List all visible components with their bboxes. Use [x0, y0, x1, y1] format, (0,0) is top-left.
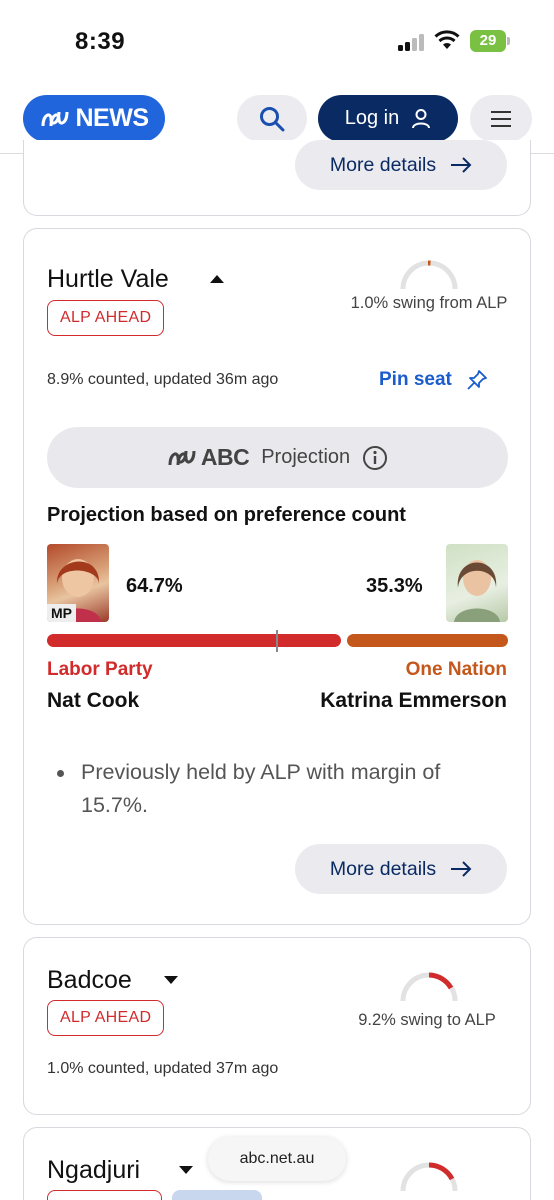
- candidate-photo-right: [446, 544, 508, 622]
- right-party: One Nation: [405, 659, 507, 680]
- seat-name: Ngadjuri: [47, 1156, 141, 1184]
- search-icon: [260, 106, 285, 131]
- expand-caret-icon[interactable]: [179, 1166, 193, 1174]
- abc-projection-brand: ABC: [167, 444, 250, 471]
- projection-title: Projection based on preference count: [47, 504, 406, 526]
- page: 8:39 29 NEWS Log in More details Hurtle …: [0, 0, 554, 1200]
- abc-projection-bar[interactable]: ABC Projection: [47, 427, 508, 488]
- swing-text: 1.0% swing from ALP: [350, 294, 508, 312]
- search-button[interactable]: [237, 95, 307, 142]
- seat-card-hurtle-vale: Hurtle Vale ALP AHEAD 1.0% swing from AL…: [23, 228, 531, 925]
- abc-news-logo[interactable]: NEWS: [23, 95, 165, 142]
- abc-logo-icon: [41, 111, 68, 126]
- expand-caret-icon[interactable]: [164, 976, 178, 984]
- projection-label: Projection: [261, 446, 351, 468]
- majority-marker: [276, 630, 278, 652]
- cellular-signal-icon: [398, 33, 426, 51]
- swing-gauge-icon: [400, 260, 458, 290]
- hamburger-menu-icon: [491, 110, 511, 127]
- secondary-badge: [172, 1190, 262, 1200]
- swing-gauge-icon: [400, 972, 458, 1002]
- right-candidate: Katrina Emmerson: [320, 689, 507, 712]
- menu-button[interactable]: [470, 95, 532, 142]
- arrow-right-icon: [451, 157, 472, 173]
- login-label: Log in: [344, 107, 400, 129]
- user-icon: [412, 108, 431, 128]
- result-bar-right: [347, 634, 508, 647]
- info-icon[interactable]: [362, 445, 388, 471]
- more-details-button[interactable]: More details: [295, 140, 507, 190]
- counted-text: 8.9% counted, updated 36m ago: [47, 371, 279, 388]
- left-candidate: Nat Cook: [47, 689, 140, 712]
- wifi-icon: [434, 30, 460, 49]
- left-party: Labor Party: [47, 659, 153, 680]
- more-details-label: More details: [329, 153, 437, 176]
- mp-tag: MP: [47, 604, 76, 622]
- previous-holder-note: Previously held by ALP with margin of 15…: [57, 756, 501, 822]
- browser-url-bar[interactable]: abc.net.au: [208, 1137, 346, 1181]
- seat-name: Badcoe: [47, 966, 132, 994]
- status-badge: [47, 1190, 162, 1200]
- counted-text: 1.0% counted, updated 37m ago: [47, 1060, 279, 1077]
- abc-logo-icon: [168, 450, 196, 465]
- candidate-photo-left: MP: [47, 544, 109, 622]
- battery-icon: 29: [470, 30, 510, 52]
- arrow-right-icon: [451, 861, 472, 877]
- seat-name: Hurtle Vale: [47, 265, 169, 293]
- candidate-portrait: [454, 560, 500, 622]
- seat-card-previous: More details: [23, 140, 531, 216]
- left-percentage: 64.7%: [126, 575, 183, 597]
- more-details-label: More details: [329, 857, 437, 880]
- abc-brand-text: ABC: [200, 444, 250, 470]
- status-badge: ALP AHEAD: [47, 300, 165, 336]
- pin-icon: [467, 370, 487, 390]
- more-details-button[interactable]: More details: [295, 844, 507, 894]
- logo-text: NEWS: [75, 104, 150, 132]
- collapse-caret-icon[interactable]: [210, 275, 224, 283]
- status-bar: 8:39 29: [0, 0, 554, 80]
- status-badge: ALP AHEAD: [47, 1000, 165, 1036]
- swing-gauge-icon: [400, 1162, 458, 1192]
- result-bar-left: [47, 634, 341, 647]
- status-time: 8:39: [75, 28, 126, 55]
- pin-seat-button[interactable]: Pin seat: [379, 369, 488, 391]
- login-button[interactable]: Log in: [318, 95, 458, 142]
- pin-seat-label: Pin seat: [379, 369, 452, 390]
- right-percentage: 35.3%: [366, 575, 423, 597]
- swing-text: 9.2% swing to ALP: [358, 1011, 496, 1029]
- seat-card-badcoe: Badcoe ALP AHEAD 9.2% swing to ALP 1.0% …: [23, 937, 531, 1115]
